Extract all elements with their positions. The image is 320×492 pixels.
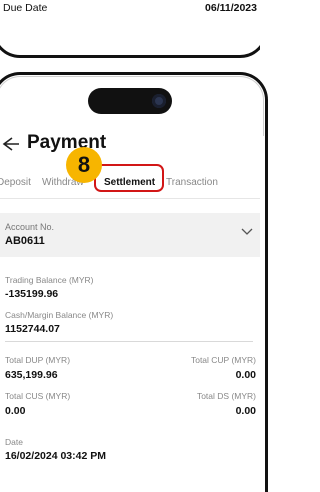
account-label: Account No. <box>5 222 55 232</box>
previous-screen: Due Date 06/11/2023 <box>0 0 260 68</box>
camera-icon <box>152 94 166 108</box>
total-ds-label: Total DS (MYR) <box>196 391 256 401</box>
chevron-down-icon[interactable] <box>240 224 254 238</box>
date-value: 16/02/2024 03:42 PM <box>5 450 106 462</box>
tab-deposit[interactable]: Deposit <box>0 177 31 188</box>
total-cup-label: Total CUP (MYR) <box>190 355 256 365</box>
page-header: Payment <box>0 128 260 160</box>
divider <box>5 341 253 342</box>
date-label: Date <box>5 437 23 447</box>
settlement-highlight <box>94 164 164 192</box>
phone-frame-bottom <box>0 0 260 58</box>
total-dup-label: Total DUP (MYR) <box>5 355 71 365</box>
total-cup-value: 0.00 <box>235 369 256 381</box>
account-value: AB0611 <box>5 235 45 247</box>
total-cus-value: 0.00 <box>5 405 26 417</box>
total-dup-value: 635,199.96 <box>5 369 58 381</box>
back-arrow-icon[interactable] <box>0 134 20 154</box>
tab-transaction[interactable]: Transaction <box>166 177 218 188</box>
trading-balance-value: -135199.96 <box>5 288 59 300</box>
trading-balance-label: Trading Balance (MYR) <box>5 275 94 285</box>
total-ds-value: 0.00 <box>235 405 256 417</box>
account-selector[interactable]: Account No. AB0611 <box>0 213 260 257</box>
cash-margin-balance-label: Cash/Margin Balance (MYR) <box>5 310 114 320</box>
cash-margin-balance-value: 1152744.07 <box>5 323 60 335</box>
total-cus-label: Total CUS (MYR) <box>5 391 71 401</box>
step-badge: 8 <box>66 147 102 183</box>
